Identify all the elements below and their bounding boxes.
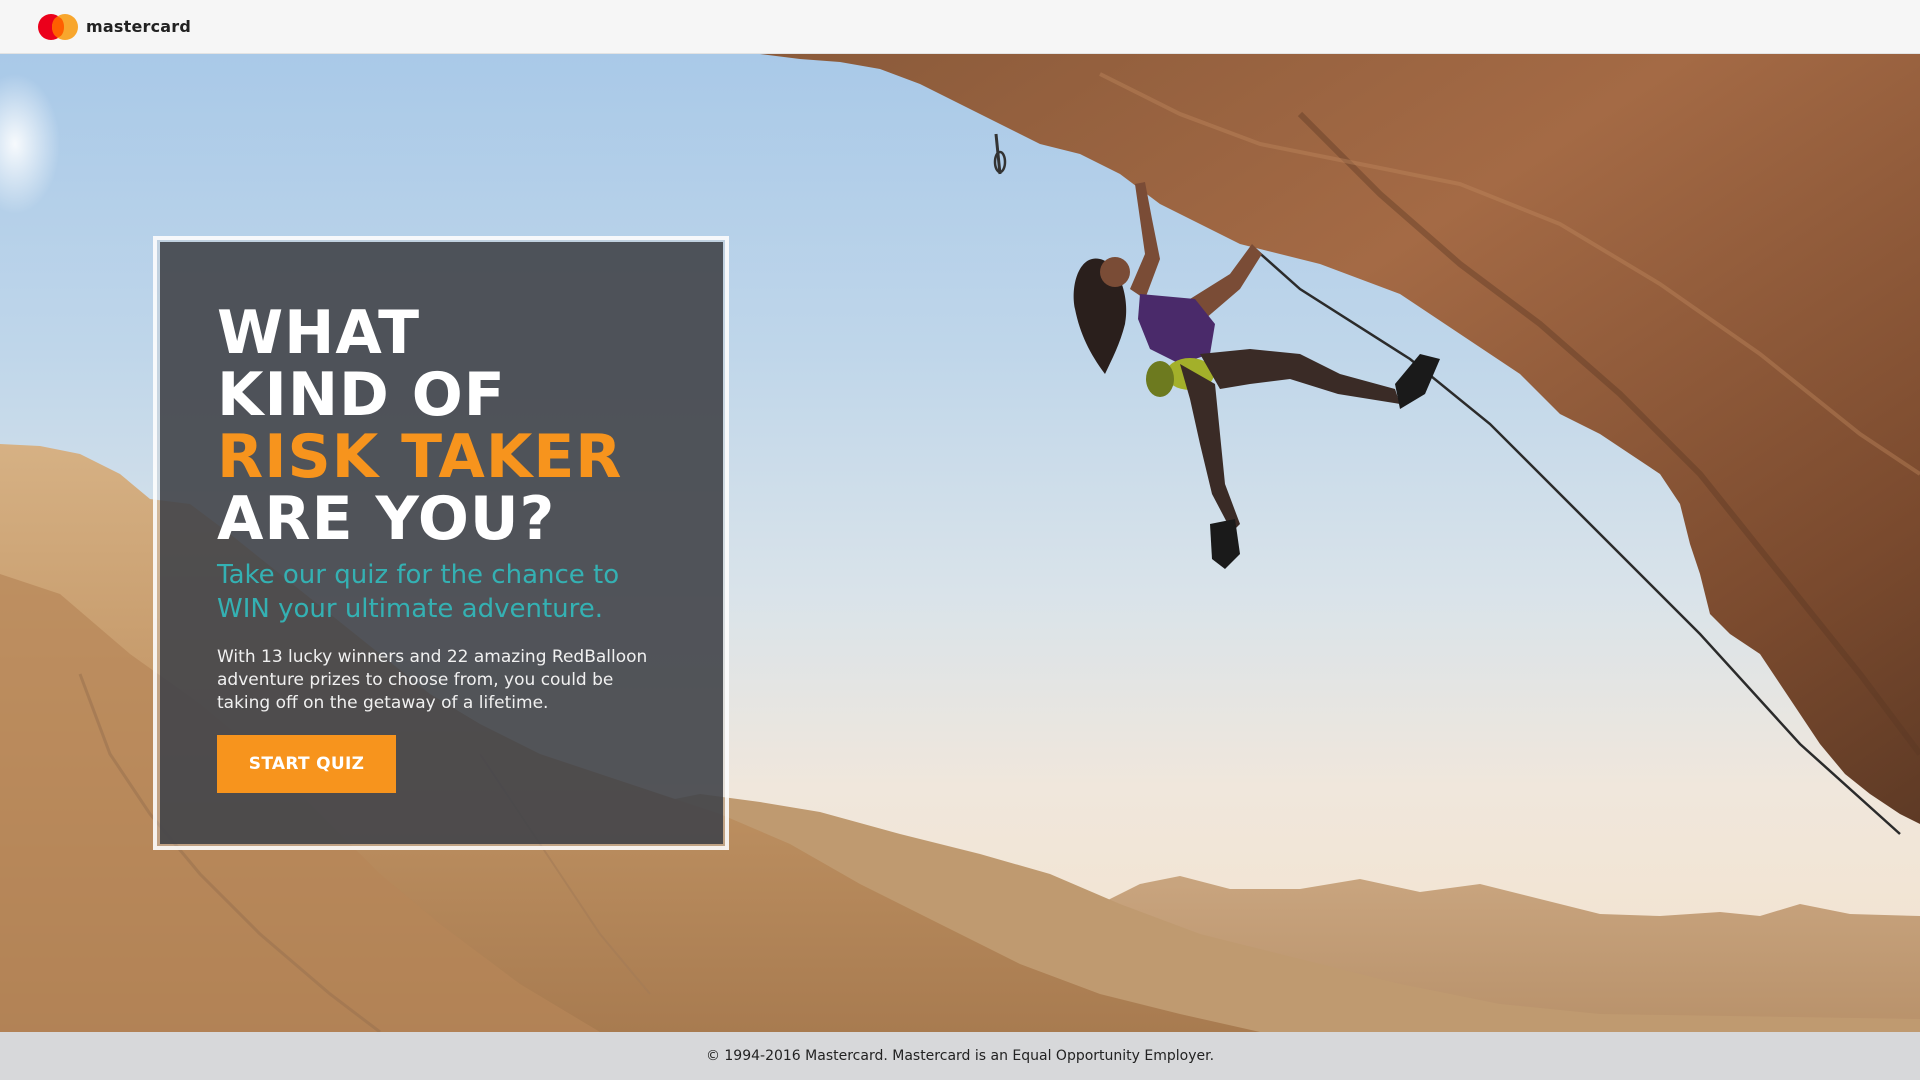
start-quiz-button[interactable]: START QUIZ (217, 735, 396, 793)
landing-page: mastercard WHAT KIND OF RISK TAKER ARE Y… (0, 0, 1920, 1080)
quiz-headline: WHAT KIND OF RISK TAKER ARE YOU? (217, 302, 723, 550)
quiz-subheading: Take our quiz for the chance to WIN your… (217, 560, 620, 624)
headline-line-3: RISK TAKER (217, 422, 623, 492)
copyright-text: © 1994-2016 Mastercard. Mastercard is an… (705, 1048, 1215, 1064)
quiz-card: WHAT KIND OF RISK TAKER ARE YOU? Take ou… (160, 242, 723, 844)
page-footer: © 1994-2016 Mastercard. Mastercard is an… (0, 1032, 1920, 1080)
mastercard-logo[interactable]: mastercard (38, 13, 192, 40)
hero-section: WHAT KIND OF RISK TAKER ARE YOU? Take ou… (0, 54, 1920, 1032)
headline-line-2: KIND OF (217, 360, 506, 430)
logo-wordmark: mastercard (86, 17, 192, 36)
top-header: mastercard (0, 0, 1920, 54)
mastercard-circles-icon (38, 13, 78, 40)
headline-line-4: ARE YOU? (217, 484, 556, 554)
headline-line-1: WHAT (217, 298, 421, 368)
quiz-description: With 13 lucky winners and 22 amazing Red… (217, 647, 648, 713)
